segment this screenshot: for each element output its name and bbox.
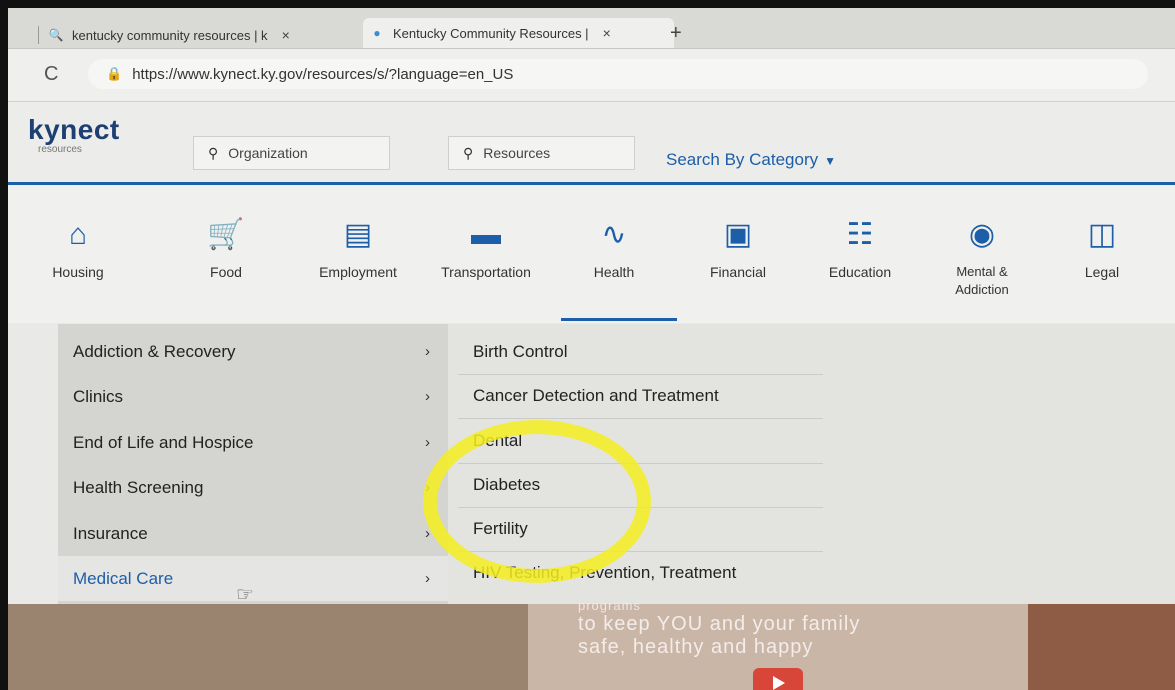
money-icon: ▣ [723, 218, 753, 251]
address-bar-row: C 🔒 https://www.kynect.ky.gov/resources/… [8, 49, 1175, 102]
category-housing[interactable]: ⌂ Housing [18, 215, 138, 281]
category-health[interactable]: ∿ Health [554, 215, 674, 281]
search-icon: 🔍 [48, 28, 64, 42]
menu-item-label: Health Screening [73, 477, 204, 497]
category-label: Health [593, 264, 635, 280]
hero-tagline: programs to keep YOU and your family saf… [578, 598, 958, 659]
hero-image-right [1028, 604, 1175, 690]
category-employment[interactable]: ▤ Employment [298, 215, 418, 281]
category-label: Legal [1084, 264, 1120, 280]
book-icon: ◫ [1087, 218, 1117, 251]
new-tab-button[interactable]: + [670, 22, 682, 45]
category-label: Education [828, 264, 892, 280]
cart-icon: 🛒 [207, 218, 245, 251]
play-video-button[interactable] [753, 668, 803, 690]
category-mental-addiction[interactable]: ◉ Mental & Addiction [922, 215, 1042, 299]
menu-item-cancer[interactable]: Cancer Detection and Treatment [458, 374, 823, 419]
chevron-right-icon: › [425, 343, 430, 360]
category-legal[interactable]: ◫ Legal [1042, 215, 1162, 281]
menu-item-health-screening[interactable]: Health Screening › [58, 465, 448, 510]
category-label: Search By Category [666, 150, 819, 169]
category-nav: ⌂ Housing 🛒 Food ▤ Employment ▬ Transpor… [8, 185, 1175, 323]
chat-bubble-icon: ◉ [968, 218, 996, 251]
menu-item-label: Clinics [73, 386, 124, 406]
location-pin-icon: ● [373, 26, 381, 40]
category-label: Housing [52, 264, 104, 280]
chevron-right-icon: › [425, 434, 430, 451]
hero-line-3: safe, healthy and happy [578, 636, 814, 658]
menu-item-insurance[interactable]: Insurance › [58, 511, 448, 556]
url-text: https://www.kynect.ky.gov/resources/s/?l… [132, 65, 514, 83]
organization-search-input[interactable]: ⚲ Organization [193, 136, 390, 170]
tab-label: kentucky community resources | k [72, 27, 268, 43]
menu-item-label: Insurance [73, 523, 148, 543]
hero-line-2: to keep YOU and your family [578, 613, 861, 635]
menu-item-clinics[interactable]: Clinics › [58, 374, 448, 419]
category-food[interactable]: 🛒 Food [166, 215, 286, 281]
tab-kynect[interactable]: ● Kentucky Community Resources | × [363, 18, 674, 48]
close-tab-icon[interactable]: × [603, 25, 611, 41]
hero-image-left [8, 604, 528, 690]
resources-placeholder: Resources [483, 145, 551, 161]
id-card-icon: ▤ [343, 218, 373, 251]
car-icon: ▬ [471, 218, 501, 251]
search-icon: ⚲ [208, 144, 219, 161]
search-by-category-dropdown[interactable]: Search By Category ▼ [666, 150, 836, 170]
resources-search-input[interactable]: ⚲ Resources [448, 136, 635, 170]
logo-sub: resources [38, 144, 82, 155]
hero-banner: programs to keep YOU and your family saf… [8, 598, 1175, 690]
active-tab-underline [561, 318, 677, 321]
url-input[interactable]: 🔒 https://www.kynect.ky.gov/resources/s/… [88, 59, 1148, 89]
category-label: Mental & [956, 264, 1008, 279]
browser-window: 🔍 kentucky community resources | k × ● K… [8, 8, 1175, 690]
category-label: Financial [709, 264, 767, 280]
yellow-highlight-circle [423, 420, 651, 583]
category-transportation[interactable]: ▬ Transportation [426, 215, 546, 281]
tab-separator [38, 26, 39, 44]
house-icon: ⌂ [68, 218, 88, 251]
chevron-right-icon: › [425, 388, 430, 405]
hero-line-1: programs [578, 598, 641, 613]
close-tab-icon[interactable]: × [282, 27, 290, 43]
kynect-logo[interactable]: kynect resources [28, 116, 120, 156]
category-label-line2: Addiction [955, 282, 1009, 297]
category-label: Food [210, 264, 242, 280]
health-subcategory-list: Addiction & Recovery › Clinics › End of … [58, 324, 448, 604]
organization-placeholder: Organization [228, 145, 308, 161]
caret-down-icon: ▼ [824, 154, 837, 168]
category-label: Transportation [441, 264, 531, 280]
category-education[interactable]: ☷ Education [800, 215, 920, 281]
menu-item-label: Birth Control [473, 342, 568, 361]
tab-label: Kentucky Community Resources | [393, 25, 589, 41]
chevron-right-icon: › [425, 570, 430, 587]
menu-item-label: Addiction & Recovery [73, 341, 236, 361]
site-header: kynect resources ⚲ Organization ⚲ Resour… [8, 102, 1175, 185]
menu-item-label: End of Life and Hospice [73, 432, 254, 452]
document-icon: ☷ [846, 218, 874, 251]
health-dropdown-menu: Addiction & Recovery › Clinics › End of … [8, 324, 1175, 606]
category-financial[interactable]: ▣ Financial [678, 215, 798, 281]
menu-item-birth-control[interactable]: Birth Control [458, 330, 823, 375]
menu-item-end-of-life[interactable]: End of Life and Hospice › [58, 420, 448, 465]
search-icon: ⚲ [463, 144, 474, 161]
menu-item-addiction-recovery[interactable]: Addiction & Recovery › [58, 329, 448, 374]
logo-main: kynect [28, 114, 120, 145]
category-label: Employment [319, 264, 397, 280]
heartbeat-icon: ∿ [601, 218, 627, 251]
tab-search-results[interactable]: 🔍 kentucky community resources | k × [48, 22, 348, 48]
menu-item-label: Cancer Detection and Treatment [473, 386, 719, 405]
reload-icon[interactable]: C [44, 63, 58, 86]
lock-icon: 🔒 [106, 66, 123, 81]
tab-strip: 🔍 kentucky community resources | k × ● K… [8, 8, 1175, 49]
